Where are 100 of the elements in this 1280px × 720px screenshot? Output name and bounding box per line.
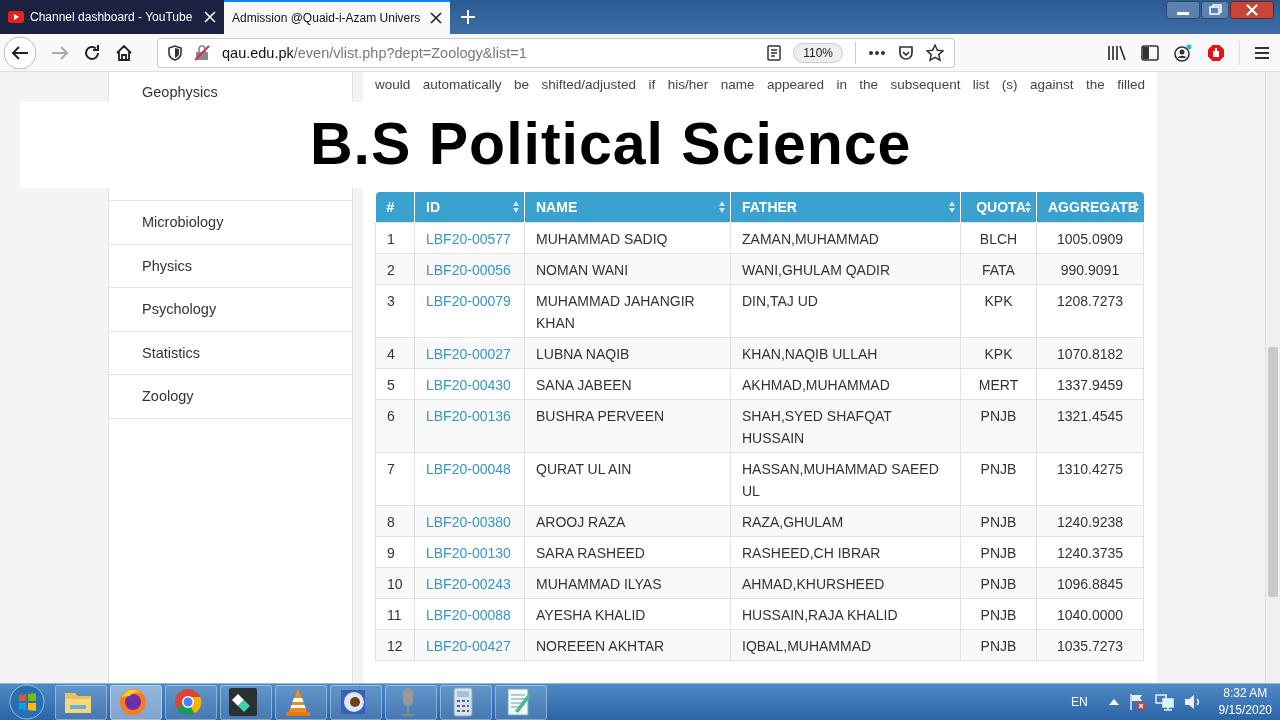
column-header[interactable]: AGGREGATE bbox=[1036, 192, 1144, 222]
column-header[interactable]: FATHER bbox=[730, 192, 961, 222]
table-cell: RAZA,GHULAM bbox=[730, 505, 961, 536]
start-button-icon[interactable] bbox=[8, 684, 46, 720]
minimize-icon[interactable] bbox=[1166, 1, 1200, 19]
table-cell: 1321.4545 bbox=[1036, 399, 1144, 452]
zoom-level[interactable]: 110% bbox=[793, 42, 843, 63]
id-link[interactable]: LBF20-00136 bbox=[414, 399, 525, 452]
new-tab-icon[interactable] bbox=[460, 9, 476, 25]
sidebar-item[interactable]: Physics bbox=[109, 244, 352, 288]
close-icon[interactable] bbox=[430, 12, 442, 24]
table-cell: AROOJ RAZA bbox=[524, 505, 731, 536]
tab-title: Admission @Quaid-i-Azam Univers bbox=[232, 11, 422, 25]
table-cell: NOMAN WANI bbox=[524, 253, 731, 284]
speaker-icon[interactable] bbox=[1183, 694, 1202, 710]
sidebar-item[interactable]: Geophysics bbox=[109, 82, 352, 102]
table-cell: MUHAMMAD SADIQ bbox=[524, 222, 731, 253]
table-cell: MUHAMMAD ILYAS bbox=[524, 567, 731, 598]
table-cell: PNJB bbox=[960, 536, 1037, 567]
sidebar-item[interactable]: Psychology bbox=[109, 288, 352, 332]
table-cell: AHMAD,KHURSHEED bbox=[730, 567, 961, 598]
scrollbar[interactable] bbox=[1265, 72, 1280, 683]
browser-tab[interactable]: Channel dashboard - YouTube bbox=[0, 0, 224, 34]
table-cell: MUHAMMAD JAHANGIR KHAN bbox=[524, 284, 731, 337]
stop-sign-icon[interactable] bbox=[1207, 43, 1225, 62]
table-cell: LUBNA NAQIB bbox=[524, 337, 731, 368]
table-cell: BUSHRA PERVEEN bbox=[524, 399, 731, 452]
table-cell: 1240.3735 bbox=[1036, 536, 1144, 567]
browser-tab[interactable]: Admission @Quaid-i-Azam Univers bbox=[224, 0, 450, 34]
table-cell: NOREEEN AKHTAR bbox=[524, 629, 731, 660]
clock-date[interactable]: 9/15/2020 bbox=[1218, 702, 1272, 719]
shield-icon bbox=[168, 44, 182, 61]
notice-text: would automatically be shifted/adjusted if his/her name appeared in the subsequent list (s) against the filled bbox=[375, 76, 1145, 94]
table-cell: IQBAL,MUHAMMAD bbox=[730, 629, 961, 660]
more-icon[interactable] bbox=[868, 49, 886, 56]
table-cell: BLCH bbox=[960, 222, 1037, 253]
id-link[interactable]: LBF20-00243 bbox=[414, 567, 525, 598]
column-header[interactable]: # bbox=[375, 192, 415, 222]
id-link[interactable]: LBF20-00088 bbox=[414, 598, 525, 629]
id-link[interactable]: LBF20-00380 bbox=[414, 505, 525, 536]
sidebar-icon[interactable] bbox=[1141, 44, 1159, 61]
table-cell: DIN,TAJ UD bbox=[730, 284, 961, 337]
close-icon[interactable] bbox=[1230, 1, 1274, 19]
taskbar-button[interactable] bbox=[330, 684, 382, 720]
editor-icon bbox=[226, 685, 260, 719]
table-cell: 1337.9459 bbox=[1036, 368, 1144, 399]
id-link[interactable]: LBF20-00056 bbox=[414, 253, 525, 284]
sidebar-item[interactable]: Statistics bbox=[109, 331, 352, 375]
url-text: qau.edu.pk/even/vlist.php?dept=Zoology&list=1 bbox=[222, 44, 527, 61]
reload-icon[interactable] bbox=[83, 43, 101, 62]
home-icon[interactable] bbox=[115, 43, 133, 62]
reader-view-icon[interactable] bbox=[767, 44, 782, 61]
library-icon[interactable] bbox=[1107, 44, 1127, 61]
table-cell: SHAH,SYED SHAFQAT HUSSAIN bbox=[730, 399, 961, 452]
table-cell: 8 bbox=[375, 505, 415, 536]
table-cell: HASSAN,MUHAMMAD SAEED UL bbox=[730, 452, 961, 505]
address-bar[interactable]: qau.edu.pk/even/vlist.php?dept=Zoology&list=1 110% bbox=[157, 37, 955, 68]
table-cell: 10 bbox=[375, 567, 415, 598]
column-header[interactable]: NAME bbox=[524, 192, 731, 222]
id-link[interactable]: LBF20-00027 bbox=[414, 337, 525, 368]
id-link[interactable]: LBF20-00577 bbox=[414, 222, 525, 253]
table-cell: 2 bbox=[375, 253, 415, 284]
menu-icon[interactable] bbox=[1254, 45, 1270, 60]
table-cell: KHAN,NAQIB ULLAH bbox=[730, 337, 961, 368]
table-cell: 6 bbox=[375, 399, 415, 452]
id-link[interactable]: LBF20-00079 bbox=[414, 284, 525, 337]
table-cell: PNJB bbox=[960, 629, 1037, 660]
back-icon[interactable] bbox=[3, 35, 37, 70]
table-cell: 7 bbox=[375, 452, 415, 505]
table-cell: HUSSAIN,RAJA KHALID bbox=[730, 598, 961, 629]
id-link[interactable]: LBF20-00048 bbox=[414, 452, 525, 505]
table-cell: 1040.0000 bbox=[1036, 598, 1144, 629]
id-link[interactable]: LBF20-00130 bbox=[414, 536, 525, 567]
table-cell: PNJB bbox=[960, 598, 1037, 629]
id-link[interactable]: LBF20-00430 bbox=[414, 368, 525, 399]
table-cell: MERT bbox=[960, 368, 1037, 399]
sidebar-item[interactable]: Microbiology bbox=[109, 201, 352, 245]
show-hidden-icon[interactable] bbox=[1108, 699, 1119, 705]
id-link[interactable]: LBF20-00427 bbox=[414, 629, 525, 660]
column-header[interactable]: ID bbox=[414, 192, 525, 222]
tab-title: Channel dashboard - YouTube bbox=[30, 10, 194, 24]
star-icon[interactable] bbox=[926, 43, 944, 62]
table-cell: AYESHA KHALID bbox=[524, 598, 731, 629]
table-cell: 9 bbox=[375, 536, 415, 567]
account-icon[interactable] bbox=[1173, 43, 1193, 62]
table-cell: ZAMAN,MUHAMMAD bbox=[730, 222, 961, 253]
flag-icon[interactable] bbox=[1127, 693, 1146, 711]
network-icon[interactable] bbox=[1154, 693, 1175, 711]
column-header[interactable]: QUOTA bbox=[960, 192, 1037, 222]
table-cell: 12 bbox=[375, 629, 415, 660]
table-cell: 1208.7273 bbox=[1036, 284, 1144, 337]
pocket-icon[interactable] bbox=[898, 44, 914, 61]
sidebar-item[interactable]: Zoology bbox=[109, 375, 352, 419]
restore-icon[interactable] bbox=[1201, 1, 1229, 19]
taskbar-button[interactable] bbox=[220, 684, 272, 720]
banner-title: B.S Political Science bbox=[310, 110, 912, 178]
clock-time[interactable]: 8:32 AM bbox=[1223, 685, 1268, 702]
scrollbar-thumb[interactable] bbox=[1268, 347, 1278, 597]
play-icon bbox=[8, 11, 24, 23]
language-indicator[interactable]: EN bbox=[1070, 695, 1088, 709]
